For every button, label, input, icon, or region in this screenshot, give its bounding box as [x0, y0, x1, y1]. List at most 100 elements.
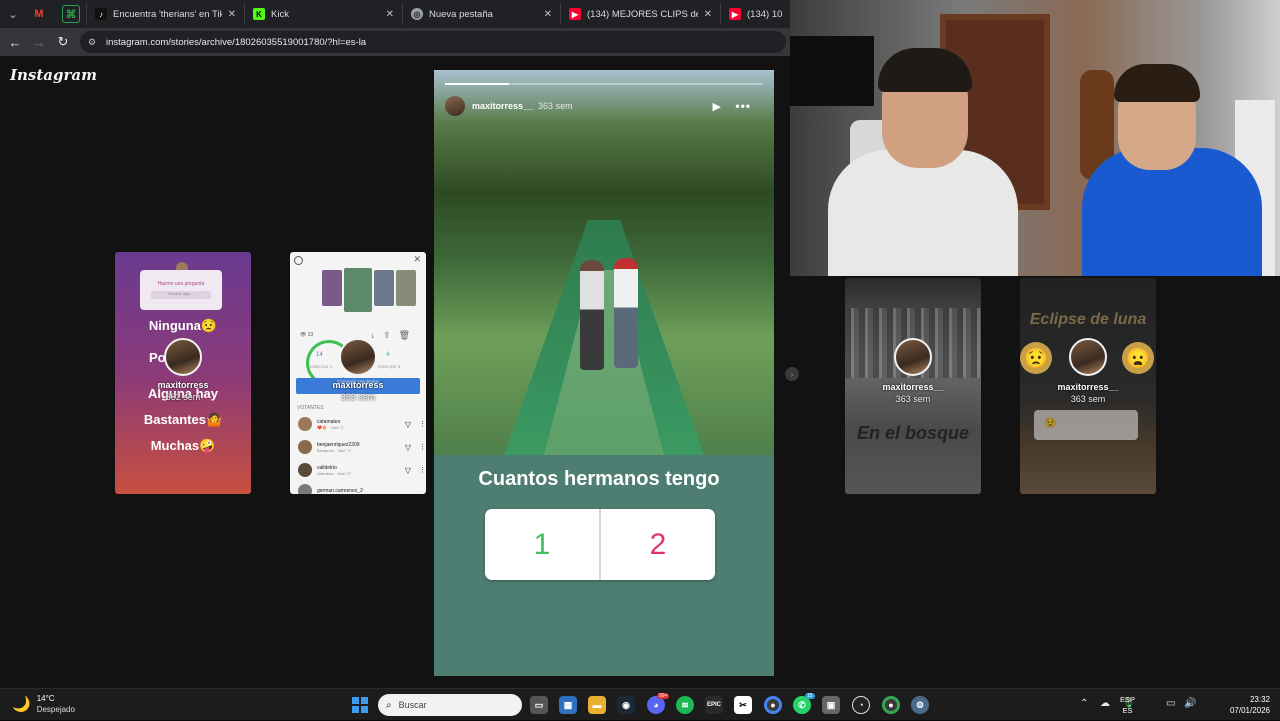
cloud-icon[interactable]: ☁ [1100, 698, 1110, 709]
next-story-chevron-icon[interactable]: › [785, 367, 799, 381]
voters-title: VOTANTES [297, 405, 324, 411]
chevron-up-icon[interactable]: ⌃ [1080, 698, 1088, 709]
tab-youtube-clips[interactable]: ▶ (134) MEJORES CLIPS del MOM ✕ [560, 3, 720, 25]
person-left-shirt [828, 150, 1018, 276]
wall-tv [790, 36, 874, 106]
windows-start-icon[interactable] [352, 697, 368, 713]
chrome-icon: ◎ [411, 8, 423, 20]
username: maxitorress__ [1057, 382, 1119, 392]
close-tab-icon[interactable]: ✕ [386, 9, 394, 20]
store-icon[interactable]: ▦ [559, 696, 577, 714]
story-preview-card-1[interactable]: Hazme una pregunta Escribe algo... Ningu… [115, 252, 251, 494]
filter-icon: ▽ [404, 465, 411, 475]
url-text: instagram.com/stories/archive/1802603551… [106, 36, 367, 48]
address-bar[interactable]: ⚙ instagram.com/stories/archive/18026035… [80, 31, 786, 53]
app-icon[interactable]: ▣ [822, 696, 840, 714]
tab-kick[interactable]: K Kick ✕ [244, 3, 402, 25]
youtube-icon: ▶ [569, 8, 581, 20]
story-age: 362 sem [165, 392, 201, 402]
voter-row[interactable]: german.carmenes_2 [298, 481, 426, 494]
poll-question: Cuantos hermanos tengo [478, 468, 720, 490]
clock[interactable]: 23:32 07/01/2026 [1230, 694, 1270, 716]
taskbar-search[interactable]: ⌕ Buscar [378, 694, 522, 716]
spotify-icon[interactable]: ≋ [676, 696, 694, 714]
language-indicator[interactable]: ESP ES [1120, 694, 1135, 716]
close-icon[interactable]: ✕ [413, 254, 421, 265]
avatar [894, 338, 932, 376]
emoji-slider-sticker: 😟 [1034, 410, 1138, 440]
tab-search-chevron-icon[interactable]: ⌄ [2, 4, 24, 24]
story-age: 363 sem [1070, 394, 1106, 404]
avatar [1069, 338, 1107, 376]
tab-youtube-teo[interactable]: ▶ (134) 10 TEO [720, 3, 790, 25]
story-photo [434, 70, 774, 455]
gmail-icon[interactable]: M [30, 5, 48, 23]
voter-row[interactable]: catamateo ❤️🔥 · Votó "1" ▽ ⋮ [298, 414, 426, 434]
username: maxitorress [157, 380, 209, 390]
chrome-icon[interactable]: ● [882, 696, 900, 714]
play-icon[interactable]: ▶ [713, 100, 721, 113]
close-tab-icon[interactable]: ✕ [544, 9, 552, 20]
forward-icon[interactable]: → [30, 33, 48, 51]
emoji-icon: 😟 [1044, 418, 1057, 429]
poll-option-1[interactable]: 1 [485, 509, 599, 580]
close-tab-icon[interactable]: ✕ [704, 9, 712, 20]
tab-new-tab[interactable]: ◎ Nueva pestaña ✕ [402, 3, 560, 25]
moon-icon: 🌙 [12, 696, 31, 713]
story-preview-card-3[interactable]: En el bosque maxitorress__ 363 sem [845, 278, 981, 494]
network-icon[interactable]: ▭ [1166, 698, 1175, 709]
system-tray: ⌃ ☁ 🎙 ESP ES ▭ 🔊 23:32 07/01/2026 [1080, 689, 1280, 721]
back-icon[interactable]: ← [6, 33, 24, 51]
poll-option-2[interactable]: 2 [601, 509, 715, 580]
circle-icon [294, 256, 303, 265]
search-icon: ⌕ [386, 699, 392, 711]
weather-widget[interactable]: 🌙 14°C Despejado [12, 694, 75, 714]
webcam-overlay [790, 0, 1280, 276]
option-text: Muchas🤪 [150, 438, 216, 453]
person-right-hair [1114, 64, 1200, 102]
epic-games-icon[interactable]: EPIC [705, 696, 723, 714]
filter-icon: ▽ [404, 419, 411, 429]
username: maxitorress [332, 380, 384, 390]
story-header: maxitorress__ 363 sem ▶ ••• [445, 96, 763, 116]
settings-icon[interactable]: ⚙ [911, 696, 929, 714]
site-info-icon[interactable]: ⚙ [88, 37, 100, 48]
browser-tab-bar: ⌄ M ⌘ ♪ Encuentra 'therians' en TikTok |… [0, 0, 790, 28]
obs-icon[interactable]: ◔ [852, 696, 870, 714]
tab-tiktok[interactable]: ♪ Encuentra 'therians' en TikTok | ✕ [86, 3, 244, 25]
option-text: Ninguna😟 [148, 318, 218, 333]
story-viewer[interactable]: maxitorress__ 363 sem ▶ ••• Cuantos herm… [434, 70, 774, 676]
story-preview-card-2[interactable]: ✕ 👁 33 ↓⇪🗑 14 votos por 1 4 votos por 2 … [290, 252, 426, 494]
chrome-icon[interactable]: ● [764, 696, 782, 714]
story-progress-bar [445, 83, 763, 85]
story-preview-card-4[interactable]: Eclipse de luna 😟 😦 😟 maxitorress__ 363 … [1020, 278, 1156, 494]
story-caption: Eclipse de luna [1029, 311, 1147, 328]
more-options-icon[interactable]: ••• [735, 99, 751, 113]
poll-sticker: 1 2 [485, 509, 715, 580]
whatsapp-badge: 15 [805, 693, 815, 699]
browser-toolbar: ← → ↻ ⚙ instagram.com/stories/archive/18… [0, 28, 790, 56]
question-sticker: Hazme una pregunta Escribe algo... [140, 270, 222, 310]
capcut-icon[interactable]: ✂ [734, 696, 752, 714]
discord-badge: 99+ [657, 693, 670, 699]
task-view-icon[interactable]: ▭ [530, 696, 548, 714]
close-tab-icon[interactable]: ✕ [228, 9, 236, 20]
story-age: 363 sem [340, 392, 376, 402]
voter-row[interactable]: benjaenriquez2209 Benjamín · Votó "1" ▽ ⋮ [298, 437, 426, 457]
story-age: 363 sem [895, 394, 931, 404]
instagram-logo[interactable]: Instagram [10, 66, 97, 84]
pinned-tab-icon[interactable]: ⌘ [62, 5, 80, 23]
avatar[interactable] [445, 96, 465, 116]
steam-icon[interactable]: ◉ [617, 696, 635, 714]
option-text: Bastantes🤷 [143, 412, 223, 427]
volume-icon[interactable]: 🔊 [1184, 698, 1196, 709]
story-caption: En el bosque [856, 423, 970, 443]
story-thumbnails [322, 268, 426, 312]
folder-icon[interactable]: ▬ [588, 696, 606, 714]
voter-row[interactable]: valldelrio Valentina · Votó "2" ▽ ⋮ [298, 460, 426, 480]
story-username[interactable]: maxitorress__ [472, 101, 533, 111]
youtube-icon: ▶ [729, 8, 741, 20]
story-time: 363 sem [538, 101, 573, 111]
more-icon: ⋮ [419, 421, 426, 428]
reload-icon[interactable]: ↻ [54, 33, 72, 51]
